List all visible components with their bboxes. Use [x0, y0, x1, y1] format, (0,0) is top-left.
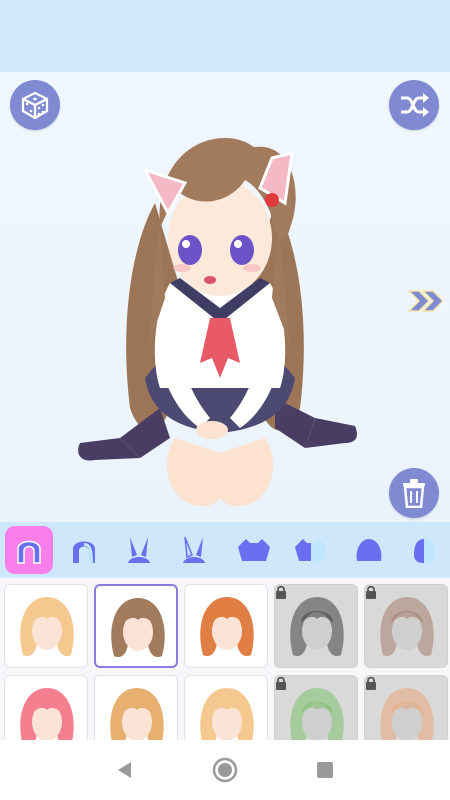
hair-option-tile[interactable] — [184, 584, 268, 668]
tab-top[interactable] — [230, 526, 278, 574]
dice-icon — [21, 91, 49, 120]
tab-top-alt[interactable] — [287, 526, 335, 574]
shuffle-button[interactable] — [389, 80, 439, 130]
shuffle-icon — [401, 93, 429, 117]
hair-back-icon — [17, 540, 41, 564]
shirt-icon — [238, 539, 270, 561]
hair-preview-image — [200, 688, 254, 740]
tab-hair-back[interactable] — [5, 526, 53, 574]
hair-option-tile[interactable] — [274, 675, 358, 740]
half-head-icon — [414, 539, 434, 563]
lock-icon — [276, 585, 286, 599]
delete-button[interactable] — [389, 468, 439, 518]
hair-option-tile[interactable] — [364, 584, 448, 668]
nav-recents-button[interactable] — [305, 750, 345, 790]
category-tabs — [0, 522, 450, 578]
hair-front-icon — [73, 541, 95, 563]
character-avatar — [78, 138, 357, 507]
hair-preview-image — [111, 598, 165, 658]
hair-option-tile[interactable] — [94, 584, 178, 668]
lock-icon — [366, 676, 376, 690]
hair-option-tile[interactable] — [184, 675, 268, 740]
hair-option-tile[interactable] — [274, 584, 358, 668]
recents-square-icon — [317, 762, 333, 778]
hair-option-tile[interactable] — [364, 675, 448, 740]
bunny-ears-outline-icon — [183, 536, 205, 563]
hair-preview-image — [380, 597, 434, 657]
shirt-split-icon — [295, 539, 327, 561]
tab-ears-alt[interactable] — [170, 526, 218, 574]
hair-preview-image — [20, 597, 74, 657]
trash-icon — [403, 479, 425, 508]
hair-option-tile[interactable] — [94, 675, 178, 740]
blob-hat-icon — [356, 539, 382, 561]
lock-icon — [276, 676, 286, 690]
tab-hat[interactable] — [345, 526, 393, 574]
double-chevron-right-icon[interactable] — [405, 287, 445, 315]
nav-home-button[interactable] — [205, 750, 245, 790]
random-button[interactable] — [10, 80, 60, 130]
tab-hat-alt[interactable] — [400, 526, 448, 574]
character-canvas — [0, 72, 450, 522]
lock-icon — [366, 585, 376, 599]
nav-back-button[interactable] — [105, 750, 145, 790]
system-nav-bar — [0, 740, 450, 800]
home-circle-icon — [212, 757, 238, 783]
tab-ears[interactable] — [115, 526, 163, 574]
back-triangle-icon — [118, 762, 131, 778]
hair-option-tile[interactable] — [4, 584, 88, 668]
hair-preview-image — [290, 597, 344, 657]
tab-hair-front[interactable] — [60, 526, 108, 574]
hair-preview-image — [380, 688, 434, 740]
hair-options-grid — [0, 578, 450, 740]
hair-preview-image — [200, 597, 254, 657]
hair-preview-image — [290, 688, 344, 740]
hair-preview-image — [20, 688, 74, 740]
bunny-ears-icon — [128, 537, 150, 563]
status-bar — [0, 0, 450, 72]
hair-option-tile[interactable] — [4, 675, 88, 740]
hair-preview-image — [110, 688, 164, 740]
